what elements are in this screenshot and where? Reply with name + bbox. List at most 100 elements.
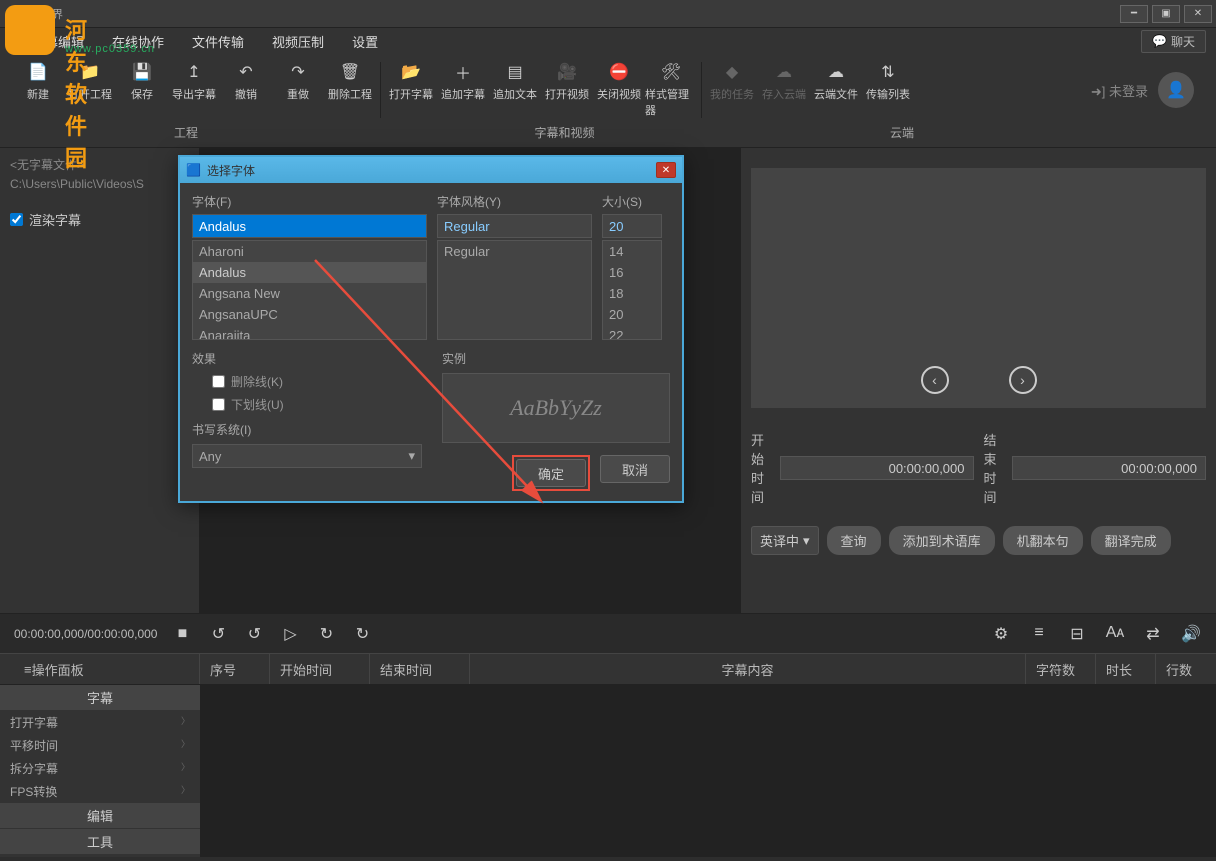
table-header: ≡ 操作面板 序号 开始时间 结束时间 字幕内容 字符数 时长 行数 bbox=[0, 653, 1216, 685]
font-size-icon[interactable]: Aᴀ bbox=[1104, 624, 1126, 644]
end-time-input[interactable] bbox=[1012, 456, 1206, 480]
undo-button[interactable]: ↶撤销 bbox=[220, 58, 272, 122]
size-list[interactable]: 14 16 18 20 22 bbox=[602, 240, 662, 340]
open-subtitle-button[interactable]: 📂打开字幕 bbox=[385, 58, 437, 122]
add-subtitle-button[interactable]: ＋追加字幕 bbox=[437, 58, 489, 122]
col-duration: 时长 bbox=[1096, 654, 1156, 684]
font-input[interactable] bbox=[192, 214, 427, 238]
size-option[interactable]: 18 bbox=[603, 283, 661, 304]
menubar: 字幕编辑 在线协作 文件传输 视频压制 设置 💬 聊天 bbox=[0, 28, 1216, 54]
style-input[interactable] bbox=[437, 214, 592, 238]
style-manager-button[interactable]: 🛠样式管理器 bbox=[645, 58, 697, 122]
start-time-input[interactable] bbox=[780, 456, 974, 480]
strike-checkbox[interactable] bbox=[212, 375, 225, 388]
side-item-open[interactable]: 打开字幕〉 bbox=[0, 711, 200, 734]
dialog-close-button[interactable]: ✕ bbox=[656, 162, 676, 178]
cloud-files-button[interactable]: ☁云端文件 bbox=[810, 58, 862, 122]
col-end: 结束时间 bbox=[370, 654, 470, 684]
menu-subtitle-edit[interactable]: 字幕编辑 bbox=[18, 28, 98, 54]
dialog-titlebar[interactable]: 🟦 选择字体 ✕ bbox=[180, 157, 682, 183]
chat-icon: 💬 bbox=[1152, 34, 1167, 48]
render-checkbox[interactable] bbox=[10, 213, 23, 226]
style-label: 字体风格(Y) bbox=[437, 193, 592, 210]
new-button[interactable]: 📄新建 bbox=[12, 58, 64, 122]
style-option[interactable]: Regular bbox=[438, 241, 591, 262]
size-option[interactable]: 20 bbox=[603, 304, 661, 325]
underline-row[interactable]: 下划线(U) bbox=[192, 396, 422, 413]
close-video-button[interactable]: ⛔关闭视频 bbox=[593, 58, 645, 122]
size-input[interactable] bbox=[602, 214, 662, 238]
font-option[interactable]: Anaraiita bbox=[193, 325, 426, 340]
close-button[interactable]: ✕ bbox=[1184, 5, 1212, 23]
open-project-button[interactable]: 📁打开工程 bbox=[64, 58, 116, 122]
save-button[interactable]: 💾保存 bbox=[116, 58, 168, 122]
skip-back1-button[interactable]: ↺ bbox=[243, 624, 265, 644]
menu-online-collab[interactable]: 在线协作 bbox=[98, 28, 178, 54]
strike-row[interactable]: 删除线(K) bbox=[192, 373, 422, 390]
chat-button[interactable]: 💬 聊天 bbox=[1141, 30, 1206, 53]
export-subtitle-button[interactable]: ↥导出字幕 bbox=[168, 58, 220, 122]
playback-bar: 00:00:00,000/00:00:00,000 ■ ↺ ↺ ▷ ↻ ↻ ⚙ … bbox=[0, 613, 1216, 653]
side-item-shift[interactable]: 平移时间〉 bbox=[0, 734, 200, 757]
style-list[interactable]: Regular bbox=[437, 240, 592, 340]
side-item-split[interactable]: 拆分字幕〉 bbox=[0, 757, 200, 780]
size-option[interactable]: 14 bbox=[603, 241, 661, 262]
underline-checkbox[interactable] bbox=[212, 398, 225, 411]
folder-open-icon: 📂 bbox=[401, 62, 421, 82]
cloud-up-icon: ☁ bbox=[774, 62, 794, 82]
skip-back5-button[interactable]: ↺ bbox=[207, 624, 229, 644]
chevron-down-icon: ▾ bbox=[408, 448, 415, 464]
my-tasks-button[interactable]: ◆我的任务 bbox=[706, 58, 758, 122]
prev-button[interactable]: ‹ bbox=[921, 366, 949, 394]
open-video-button[interactable]: 🎥打开视频 bbox=[541, 58, 593, 122]
append-text-button[interactable]: ▤追加文本 bbox=[489, 58, 541, 122]
font-option[interactable]: Andalus bbox=[193, 262, 426, 283]
skip-fwd1-button[interactable]: ↻ bbox=[315, 624, 337, 644]
query-button[interactable]: 查询 bbox=[827, 526, 881, 555]
transfer-list-button[interactable]: ⇅传输列表 bbox=[862, 58, 914, 122]
cancel-button[interactable]: 取消 bbox=[600, 455, 670, 483]
font-option[interactable]: AngsanaUPC bbox=[193, 304, 426, 325]
render-row[interactable]: 渲染字幕 bbox=[0, 202, 199, 237]
loop-icon[interactable]: ⇄ bbox=[1142, 624, 1164, 644]
login-status[interactable]: ➜] 未登录 bbox=[1091, 81, 1148, 100]
file-path: C:\Users\Public\Videos\S bbox=[10, 175, 189, 194]
add-term-button[interactable]: 添加到术语库 bbox=[889, 526, 995, 555]
language-dropdown[interactable]: 英译中▾ bbox=[751, 526, 819, 555]
redo-button[interactable]: ↷重做 bbox=[272, 58, 324, 122]
right-panel: ‹ › 开始时间 结束时间 英译中▾ 查询 添加到术语库 机翻本句 翻译完成 bbox=[741, 148, 1216, 613]
side-item-fps[interactable]: FPS转换〉 bbox=[0, 780, 200, 803]
font-option[interactable]: Aharoni bbox=[193, 241, 426, 262]
play-button[interactable]: ▷ bbox=[279, 624, 301, 644]
font-option[interactable]: Angsana New bbox=[193, 283, 426, 304]
mt-button[interactable]: 机翻本句 bbox=[1003, 526, 1083, 555]
volume-icon[interactable]: 🔊 bbox=[1180, 624, 1202, 644]
stop-button[interactable]: ■ bbox=[171, 625, 193, 643]
settings-icon[interactable]: ⚙ bbox=[990, 624, 1012, 644]
avatar[interactable]: 👤 bbox=[1158, 72, 1194, 108]
maximize-button[interactable]: ▣ bbox=[1152, 5, 1180, 23]
delete-project-button[interactable]: 🗑删除工程 bbox=[324, 58, 376, 122]
size-option[interactable]: 22 bbox=[603, 325, 661, 340]
chevron-down-icon: ▾ bbox=[803, 533, 810, 549]
col-lines: 行数 bbox=[1156, 654, 1216, 684]
align-icon[interactable]: ⊟ bbox=[1066, 624, 1088, 644]
translate-done-button[interactable]: 翻译完成 bbox=[1091, 526, 1171, 555]
panel-title-header: ≡ 操作面板 bbox=[14, 654, 200, 684]
category-tool[interactable]: 工具 bbox=[0, 829, 200, 854]
size-option[interactable]: 16 bbox=[603, 262, 661, 283]
minimize-button[interactable]: ━ bbox=[1120, 5, 1148, 23]
menu-settings[interactable]: 设置 bbox=[338, 28, 392, 54]
menu-video-encode[interactable]: 视频压制 bbox=[258, 28, 338, 54]
ok-button[interactable]: 确定 bbox=[516, 459, 586, 487]
list-icon[interactable]: ≡ bbox=[1028, 624, 1050, 644]
login-icon: ➜] bbox=[1091, 84, 1106, 99]
next-button[interactable]: › bbox=[1009, 366, 1037, 394]
category-edit[interactable]: 编辑 bbox=[0, 803, 200, 828]
save-cloud-button[interactable]: ☁存入云端 bbox=[758, 58, 810, 122]
system-dropdown[interactable]: Any▾ bbox=[192, 444, 422, 468]
menu-file-transfer[interactable]: 文件传输 bbox=[178, 28, 258, 54]
category-subtitle[interactable]: 字幕 bbox=[0, 685, 200, 710]
font-list[interactable]: Aharoni Andalus Angsana New AngsanaUPC A… bbox=[192, 240, 427, 340]
skip-fwd5-button[interactable]: ↻ bbox=[351, 624, 373, 644]
